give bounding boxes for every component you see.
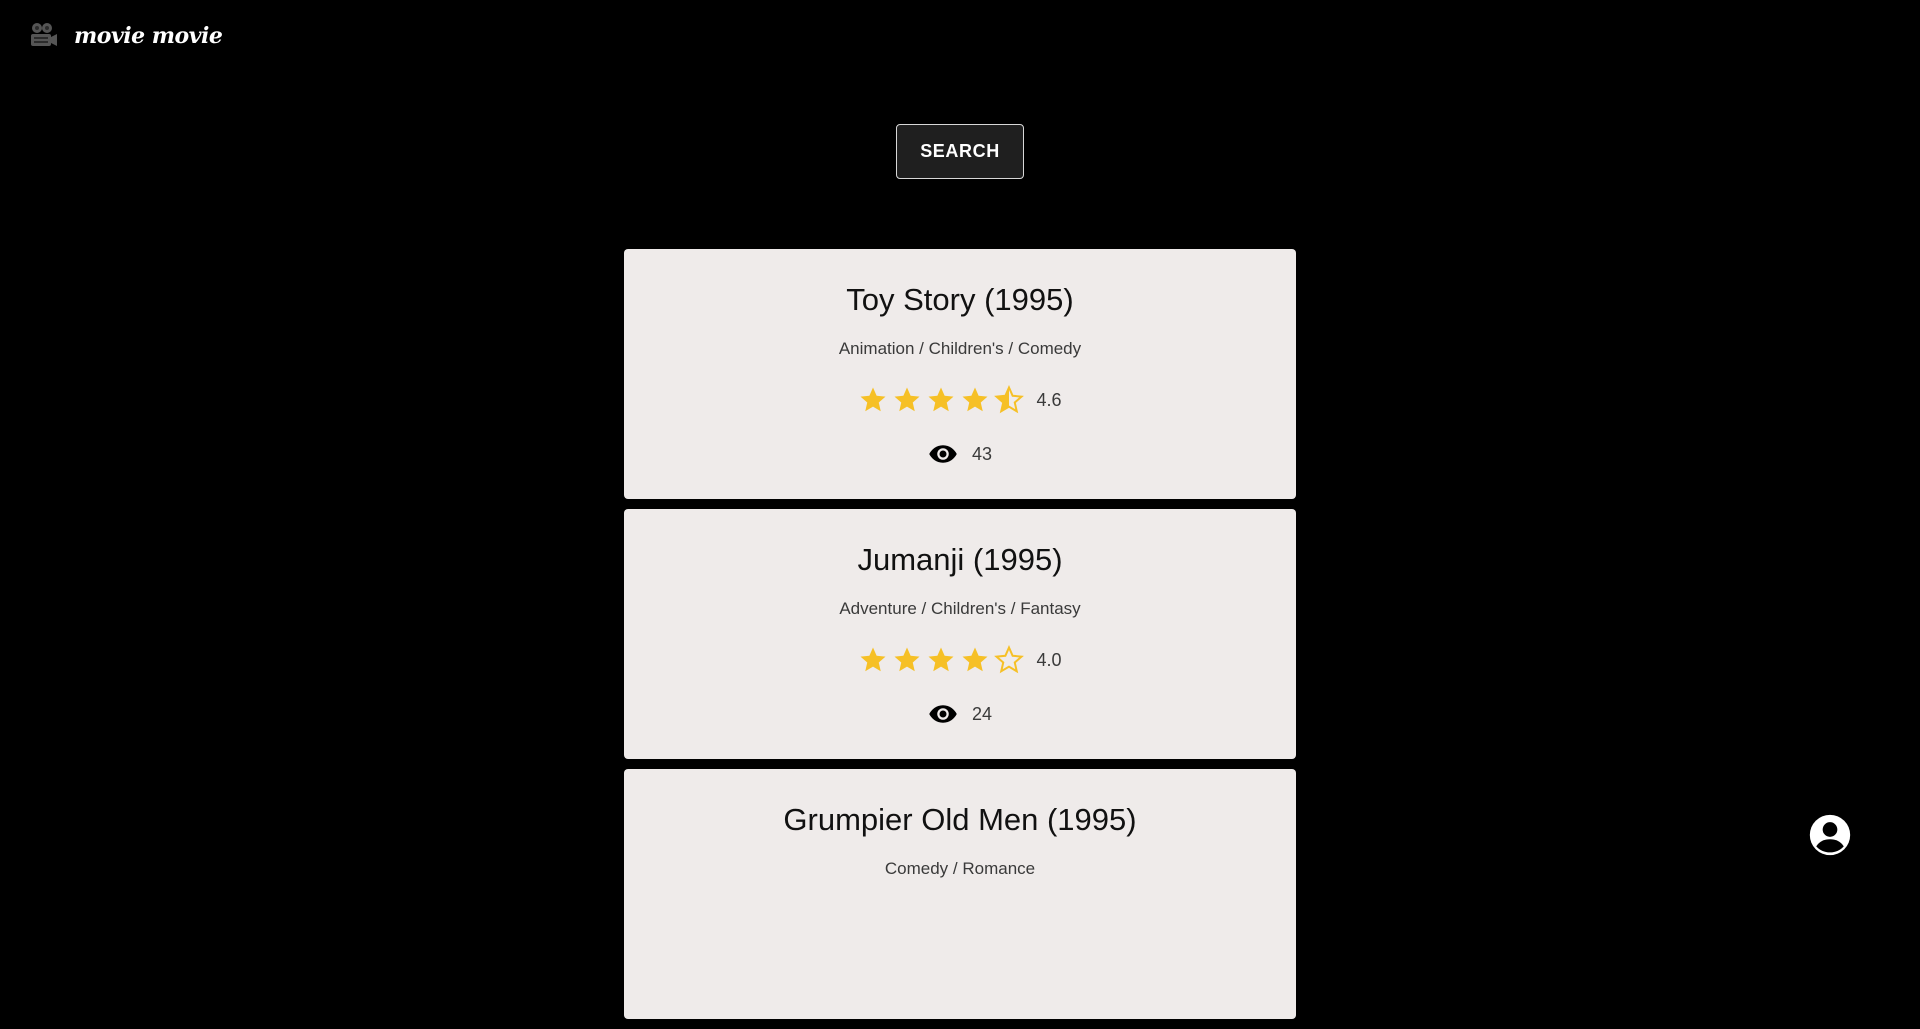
star-full-icon xyxy=(962,647,988,672)
star-full-icon xyxy=(962,387,988,412)
movie-title: Jumanji (1995) xyxy=(857,542,1063,577)
views-row: 24 xyxy=(624,699,1296,729)
movie-genres: Comedy / Romance xyxy=(884,859,1036,878)
rating-value: 4.6 xyxy=(1036,389,1062,410)
star-full-icon xyxy=(860,647,886,672)
film-camera-icon[interactable] xyxy=(28,21,58,51)
star-full-icon xyxy=(860,387,886,412)
views-count: 24 xyxy=(971,703,993,724)
star-full-icon xyxy=(928,387,954,412)
star-full-icon xyxy=(928,647,954,672)
rating-row: 4.0 xyxy=(624,645,1296,675)
movie-genres: Adventure / Children's / Fantasy xyxy=(839,599,1081,618)
movie-list: Toy Story (1995) Animation / Children's /… xyxy=(624,249,1296,1029)
movie-title: Toy Story (1995) xyxy=(846,282,1074,317)
movie-genres: Animation / Children's / Comedy xyxy=(838,339,1082,358)
app-title[interactable]: movie movie xyxy=(74,23,223,49)
rating-row: 4.6 xyxy=(624,385,1296,415)
movie-card[interactable]: Toy Story (1995) Animation / Children's /… xyxy=(624,249,1296,499)
movie-card[interactable]: Jumanji (1995) Adventure / Children's / F… xyxy=(624,509,1296,759)
eye-icon xyxy=(929,445,957,463)
star-empty-icon xyxy=(994,645,1025,674)
star-full-icon xyxy=(894,387,920,412)
star-full-icon xyxy=(894,647,920,672)
star-rating xyxy=(858,645,1028,675)
account-circle-icon xyxy=(1809,814,1851,856)
views-row: 43 xyxy=(624,439,1296,469)
eye-icon xyxy=(929,705,957,723)
rating-value: 4.0 xyxy=(1036,649,1062,670)
star-rating xyxy=(858,385,1028,415)
account-button[interactable] xyxy=(1808,813,1852,857)
app-header: movie movie xyxy=(28,18,223,54)
movie-card[interactable]: Grumpier Old Men (1995) Comedy / Romance xyxy=(624,769,1296,1019)
views-count: 43 xyxy=(971,443,993,464)
movie-title: Grumpier Old Men (1995) xyxy=(783,802,1137,837)
star-half-icon xyxy=(994,385,1025,414)
search-button[interactable]: SEARCH xyxy=(896,124,1024,179)
